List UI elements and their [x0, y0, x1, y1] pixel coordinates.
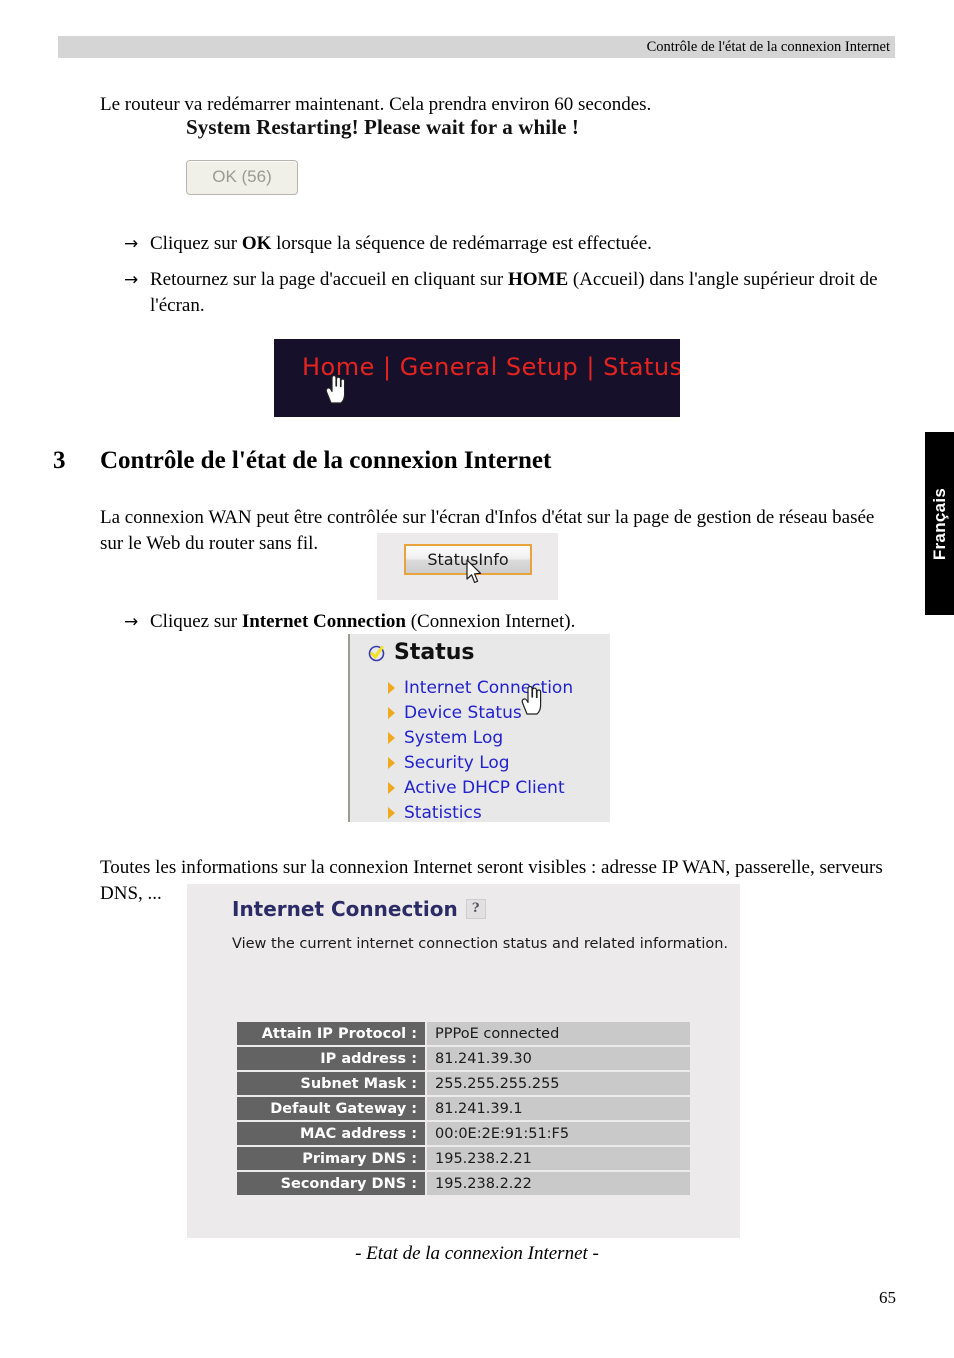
internet-connection-title-text: Internet Connection — [232, 897, 458, 921]
status-menu-item-label: Security Log — [404, 752, 510, 773]
triangle-bullet-icon — [388, 756, 395, 769]
section-heading: 3 Contrôle de l'état de la connexion Int… — [53, 447, 903, 475]
table-row-value: 81.241.39.1 — [425, 1097, 690, 1120]
table-row-label: MAC address : — [237, 1122, 425, 1145]
arrow-bullet-icon: → — [124, 612, 139, 632]
arrow-bullet-icon: → — [124, 234, 139, 254]
ok-button[interactable]: OK (56) — [186, 160, 298, 195]
internet-connection-description: View the current internet connection sta… — [232, 936, 729, 952]
table-row-label: IP address : — [237, 1047, 425, 1070]
table-row-label: Subnet Mask : — [237, 1072, 425, 1095]
system-restarting-figure: System Restarting! Please wait for a whi… — [186, 115, 616, 195]
table-row-value: 195.238.2.21 — [425, 1147, 690, 1170]
triangle-bullet-icon — [388, 781, 395, 794]
table-row: Attain IP Protocol : PPPoE connected — [237, 1022, 690, 1045]
status-menu-item-statistics[interactable]: Statistics — [388, 800, 573, 825]
table-row-label: Primary DNS : — [237, 1147, 425, 1170]
status-menu-item-label: Active DHCP Client — [404, 777, 565, 798]
status-panel-title: Status — [368, 640, 474, 665]
table-row-value: 195.238.2.22 — [425, 1172, 690, 1195]
internet-connection-title: Internet Connection ? — [232, 897, 486, 921]
table-row: MAC address : 00:0E:2E:91:51:F5 — [237, 1122, 690, 1145]
page-number: 65 — [879, 1288, 896, 1307]
bullet-return-home: → Retournez sur la page d'accueil en cli… — [124, 267, 914, 319]
help-icon[interactable]: ? — [465, 899, 486, 919]
status-menu-list: Internet Connection Device Status System… — [388, 675, 573, 825]
status-menu-item-label: System Log — [404, 727, 504, 748]
triangle-bullet-icon — [388, 681, 395, 694]
table-row: Primary DNS : 195.238.2.21 — [237, 1147, 690, 1170]
table-row-value: 255.255.255.255 — [425, 1072, 690, 1095]
triangle-bullet-icon — [388, 731, 395, 744]
status-menu-item-label: Device Status — [404, 702, 522, 723]
status-panel-title-text: Status — [394, 640, 475, 665]
status-menu-item-label: Statistics — [404, 802, 482, 823]
hand-cursor-icon — [521, 685, 542, 715]
figure-caption: - Etat de la connexion Internet - — [355, 1243, 599, 1264]
section-number: 3 — [53, 447, 66, 474]
table-row: Subnet Mask : 255.255.255.255 — [237, 1072, 690, 1095]
bullet-click-ok-text: Cliquez sur OK lorsque la séquence de re… — [150, 233, 652, 254]
triangle-bullet-icon — [388, 806, 395, 819]
table-row-label: Secondary DNS : — [237, 1172, 425, 1195]
status-menu-item-security-log[interactable]: Security Log — [388, 750, 573, 775]
arrow-bullet-icon: → — [124, 270, 139, 290]
triangle-bullet-icon — [388, 706, 395, 719]
status-menu-item-active-dhcp-client[interactable]: Active DHCP Client — [388, 775, 573, 800]
bullet-click-ok: → Cliquez sur OK lorsque la séquence de … — [124, 231, 914, 257]
status-menu-panel: Status Internet Connection Device Status… — [348, 634, 610, 825]
running-header-title: Contrôle de l'état de la connexion Inter… — [646, 38, 890, 55]
bullet-return-home-text: Retournez sur la page d'accueil en cliqu… — [150, 269, 878, 316]
hand-cursor-icon — [325, 374, 346, 404]
status-menu-item-internet-connection[interactable]: Internet Connection — [388, 675, 573, 700]
table-row-label: Attain IP Protocol : — [237, 1022, 425, 1045]
running-header: Contrôle de l'état de la connexion Inter… — [58, 36, 895, 58]
bullet-click-internet-connection-text: Cliquez sur Internet Connection (Connexi… — [150, 611, 576, 632]
section-title: Contrôle de l'état de la connexion Inter… — [100, 447, 552, 474]
language-side-tab-label: Français — [929, 487, 949, 560]
bullet-click-internet-connection: → Cliquez sur Internet Connection (Conne… — [124, 609, 914, 635]
table-row: Secondary DNS : 195.238.2.22 — [237, 1172, 690, 1195]
check-circle-icon — [368, 645, 385, 662]
table-row: Default Gateway : 81.241.39.1 — [237, 1097, 690, 1120]
language-side-tab: Français — [925, 432, 954, 615]
table-row: IP address : 81.241.39.30 — [237, 1047, 690, 1070]
statusinfo-button-figure: StatusInfo — [377, 533, 558, 600]
status-menu-item-system-log[interactable]: System Log — [388, 725, 573, 750]
table-row-label: Default Gateway : — [237, 1097, 425, 1120]
table-row-value: 81.241.39.30 — [425, 1047, 690, 1070]
status-menu-item-device-status[interactable]: Device Status — [388, 700, 573, 725]
router-navbar-links[interactable]: Home | General Setup | Status | Tool | — [302, 353, 680, 381]
internet-connection-table: Attain IP Protocol : PPPoE connected IP … — [237, 1020, 690, 1197]
status-menu-item-label: Internet Connection — [404, 677, 574, 698]
router-navbar-figure: Home | General Setup | Status | Tool | — [274, 339, 680, 417]
internet-connection-panel: Internet Connection ? View the current i… — [187, 884, 740, 1238]
arrow-cursor-icon — [466, 559, 482, 584]
system-restarting-title: System Restarting! Please wait for a whi… — [186, 115, 580, 139]
table-row-value: 00:0E:2E:91:51:F5 — [425, 1122, 690, 1145]
table-row-value: PPPoE connected — [425, 1022, 690, 1045]
